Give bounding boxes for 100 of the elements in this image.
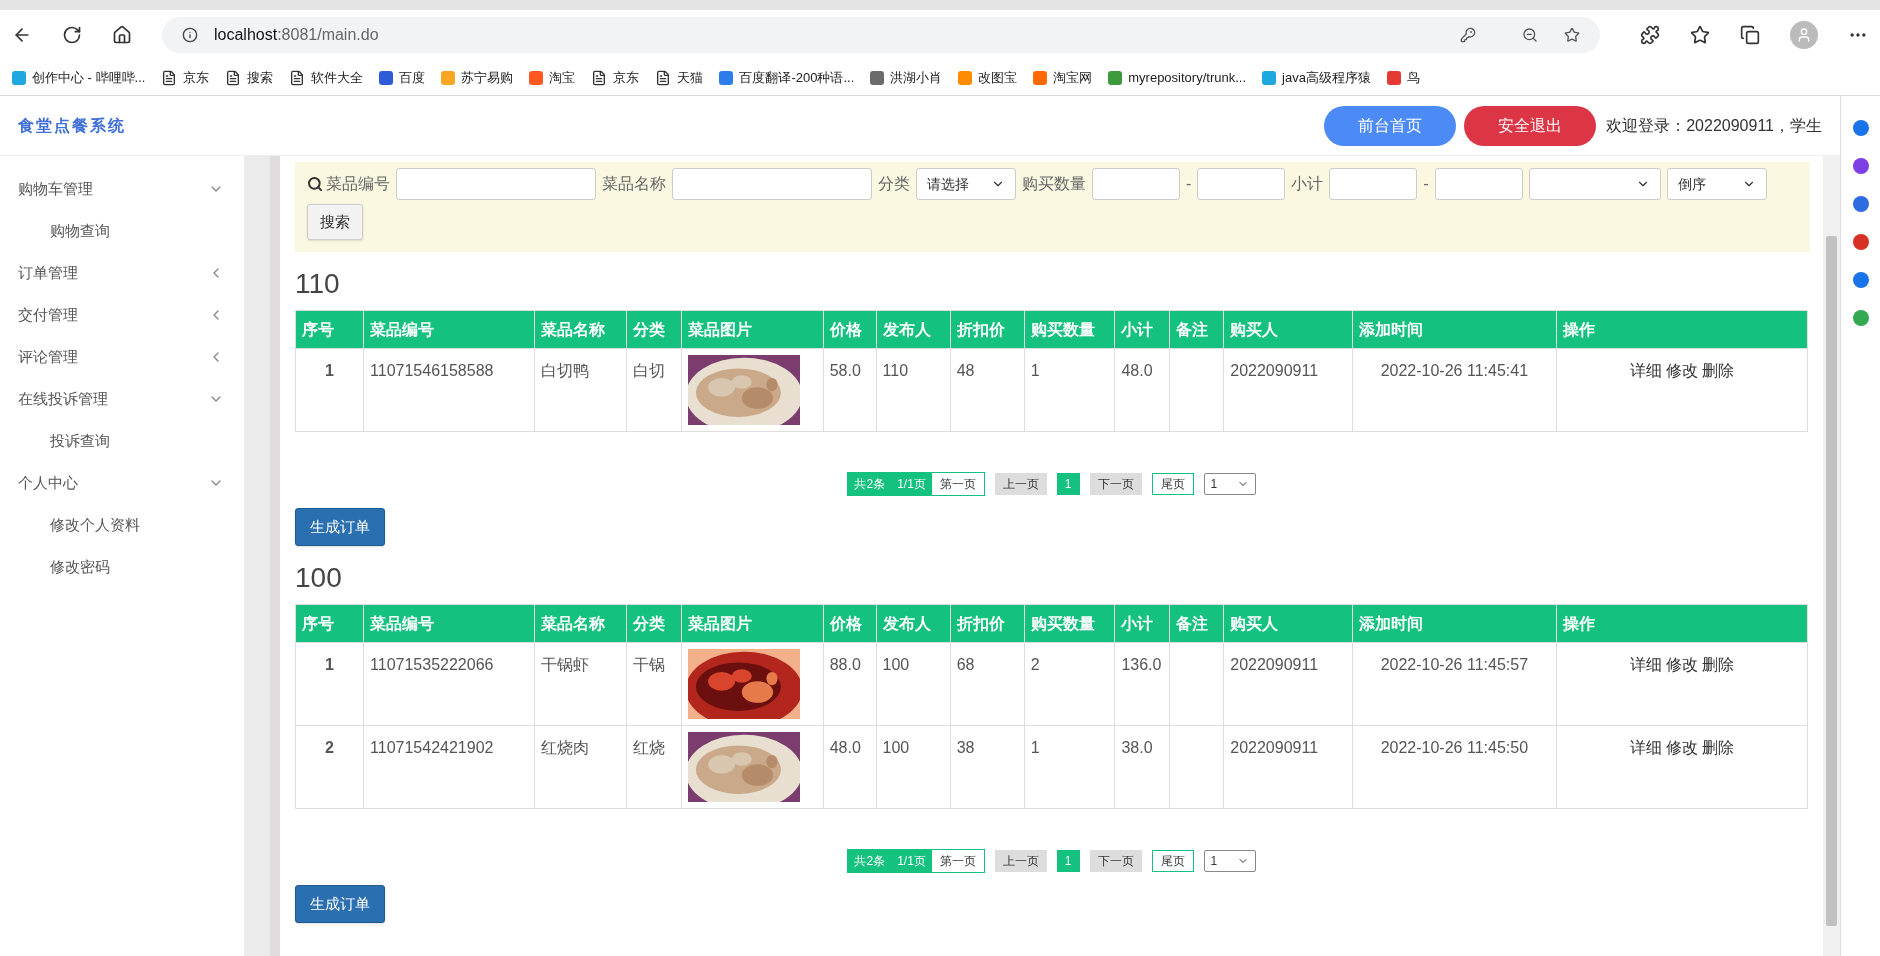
prev-page-link[interactable]: 上一页 [994, 850, 1047, 872]
table-cell: 1 [1024, 348, 1115, 432]
column-header: 购买人 [1223, 604, 1353, 643]
page-select[interactable]: 1 [1203, 473, 1256, 495]
key-icon[interactable] [1460, 27, 1476, 43]
bookmark[interactable]: 百度 [371, 63, 434, 92]
sidebar-app-icon[interactable] [1852, 234, 1869, 250]
sidebar-app-icon[interactable] [1852, 310, 1869, 326]
table-cell: 白切鸭 [534, 348, 627, 432]
action-link[interactable]: 删除 [1701, 736, 1734, 760]
sidebar-item[interactable]: 订单管理 [0, 252, 244, 294]
column-header: 购买人 [1223, 310, 1353, 349]
input-field[interactable] [672, 168, 872, 200]
table-cell: 88.0 [823, 642, 877, 726]
collections-icon[interactable] [1740, 25, 1760, 45]
bookmark[interactable]: 改图宝 [950, 63, 1026, 92]
column-header: 价格 [823, 604, 877, 643]
table-cell: 1 [1024, 725, 1115, 809]
column-header: 折扣价 [950, 310, 1025, 349]
table-cell: 48.0 [823, 725, 877, 809]
bookmark[interactable]: 苏宁易购 [433, 63, 522, 92]
sidebar-item[interactable]: 购物车管理 [0, 168, 244, 210]
column-header: 发布人 [876, 310, 951, 349]
input-field[interactable] [1329, 168, 1418, 200]
zoom-out-icon[interactable] [1522, 27, 1538, 43]
extensions-icon[interactable] [1640, 25, 1660, 45]
table-cell: 2022-10-26 11:45:41 [1352, 348, 1557, 432]
generate-order-button[interactable]: 生成订单 [295, 885, 385, 923]
app-title: 食堂点餐系统 [18, 115, 126, 136]
table-cell: 48.0 [1114, 348, 1170, 432]
table-cell: 11071542421902 [363, 725, 535, 809]
table-cell: 68 [950, 642, 1025, 726]
sidebar-subitem[interactable]: 投诉查询 [0, 420, 244, 462]
input-field[interactable] [1092, 168, 1180, 200]
home-icon[interactable] [112, 25, 132, 45]
sidebar-app-icon[interactable] [1852, 272, 1869, 288]
bookmark[interactable]: 鸟 [1378, 63, 1428, 92]
input-field[interactable] [1434, 168, 1523, 200]
favorites-icon[interactable] [1690, 25, 1710, 45]
last-page-link[interactable]: 尾页 [1151, 473, 1194, 495]
bookmark[interactable]: 京东 [583, 63, 648, 92]
column-header: 折扣价 [950, 604, 1025, 643]
sidebar-app-icon[interactable] [1852, 158, 1869, 174]
field-label: 购买数量 [1022, 174, 1086, 194]
address-bar[interactable]: localhost:8081/main.do [162, 17, 1600, 53]
bookmark[interactable]: 搜索 [217, 63, 282, 92]
logout-button[interactable]: 安全退出 [1464, 105, 1597, 146]
record-count: 共2条 [848, 850, 892, 872]
bookmark[interactable]: 京东 [153, 63, 218, 92]
next-page-link[interactable]: 下一页 [1089, 473, 1142, 495]
column-header: 购买数量 [1024, 604, 1115, 643]
table-cell: 红烧肉 [534, 725, 627, 809]
favorite-icon[interactable] [1564, 27, 1580, 43]
table-cell: 2022-10-26 11:45:50 [1352, 725, 1557, 809]
sidebar-item[interactable]: 个人中心 [0, 462, 244, 504]
select-field[interactable]: 请选择 [916, 168, 1016, 200]
sidebar-subitem[interactable]: 修改密码 [0, 546, 244, 588]
sidebar-subitem[interactable]: 修改个人资料 [0, 504, 244, 546]
bookmark[interactable]: 软件大全 [281, 63, 372, 92]
sidebar-subitem[interactable]: 购物查询 [0, 210, 244, 252]
action-link[interactable]: 详细 [1629, 359, 1662, 383]
page-icon [591, 69, 608, 86]
column-header: 小计 [1114, 310, 1170, 349]
bookmark[interactable]: 百度翻译-200种语... [711, 63, 863, 92]
bookmark[interactable]: 天猫 [647, 63, 712, 92]
action-link[interactable]: 详细 [1629, 736, 1662, 760]
action-link[interactable]: 详细 [1629, 653, 1662, 677]
bookmark[interactable]: 创作中心 - 哔哩哔... [4, 63, 154, 92]
action-link[interactable]: 删除 [1701, 359, 1734, 383]
bookmark[interactable]: 淘宝 [521, 63, 584, 92]
sidebar-app-icon[interactable] [1852, 196, 1869, 212]
bookmark[interactable]: 淘宝网 [1025, 63, 1101, 92]
action-link[interactable]: 修改 [1665, 736, 1698, 760]
next-page-link[interactable]: 下一页 [1089, 850, 1142, 872]
table-cell: 红烧 [626, 725, 681, 809]
sidebar-app-icon[interactable] [1852, 120, 1869, 136]
action-link[interactable]: 修改 [1665, 653, 1698, 677]
table-cell: 58.0 [823, 348, 877, 432]
bookmark[interactable]: myrepository/trunk... [1100, 63, 1254, 92]
generate-order-button[interactable]: 生成订单 [295, 508, 385, 546]
select-field[interactable]: 倒序 [1666, 168, 1767, 200]
input-field[interactable] [1197, 168, 1286, 200]
welcome-text: 欢迎登录：2022090911，学生 [1606, 115, 1822, 136]
action-link[interactable]: 修改 [1665, 359, 1698, 383]
last-page-link[interactable]: 尾页 [1151, 850, 1194, 872]
table-cell: 48 [950, 348, 1025, 432]
bookmark[interactable]: 洪湖小肖 [862, 63, 951, 92]
page-select[interactable]: 1 [1203, 850, 1256, 872]
sidebar-item[interactable]: 在线投诉管理 [0, 378, 244, 420]
input-field[interactable] [396, 168, 596, 200]
select-field[interactable] [1528, 168, 1661, 200]
sidebar-item[interactable]: 评论管理 [0, 336, 244, 378]
action-link[interactable]: 删除 [1701, 653, 1734, 677]
table-cell: 1 [295, 642, 364, 726]
prev-page-link[interactable]: 上一页 [994, 473, 1047, 495]
refresh-icon[interactable] [62, 25, 82, 45]
scrollbar-thumb[interactable] [1826, 236, 1837, 926]
bookmark[interactable]: java高级程序猿 [1254, 63, 1379, 92]
search-button[interactable]: 搜索 [307, 204, 363, 240]
sidebar-item[interactable]: 交付管理 [0, 294, 244, 336]
